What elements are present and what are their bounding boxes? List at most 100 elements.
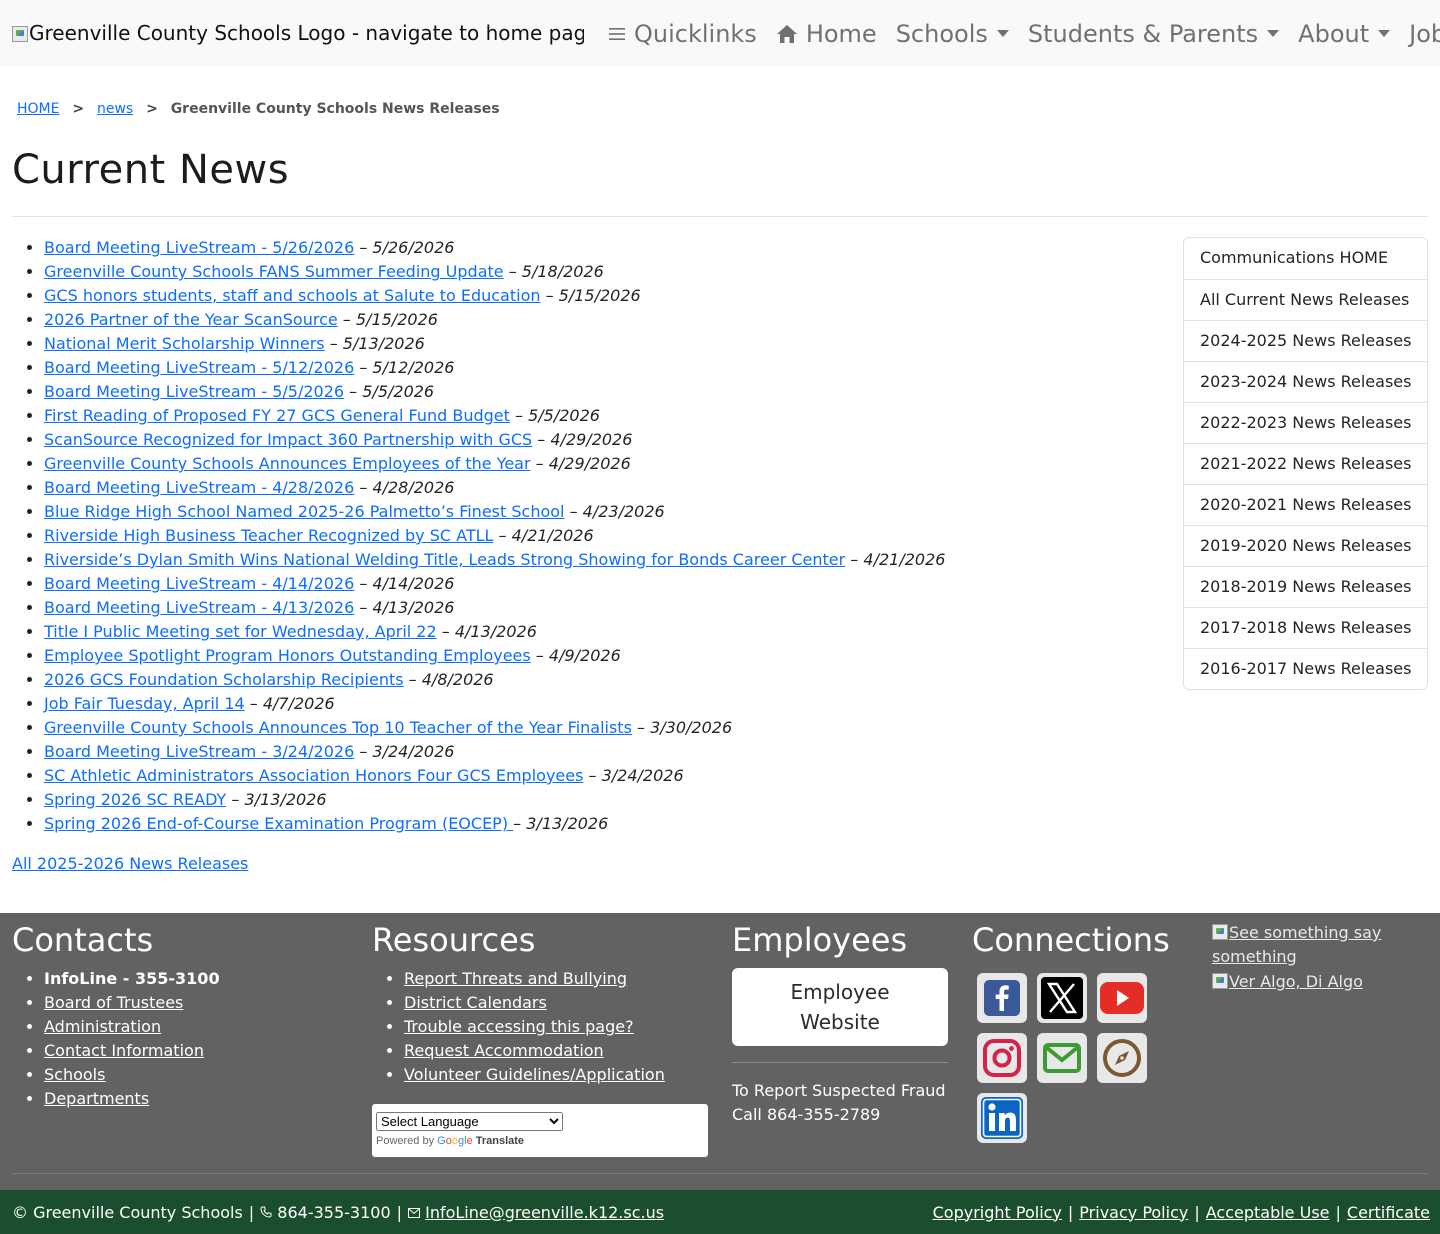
footer-connections: Connections: [972, 913, 1192, 1163]
language-select[interactable]: Select Language: [376, 1112, 563, 1131]
news-link[interactable]: Board Meeting LiveStream - 4/28/2026: [44, 478, 354, 497]
news-link[interactable]: Title I Public Meeting set for Wednesday…: [44, 622, 437, 641]
date-separator: –: [226, 790, 245, 809]
privacy-policy-link[interactable]: Privacy Policy: [1079, 1203, 1188, 1222]
nav-students-parents-label: Students & Parents: [1027, 19, 1259, 48]
see-something-image[interactable]: See something say something: [1212, 921, 1412, 969]
nav-about[interactable]: About: [1298, 20, 1391, 48]
divider: [12, 1173, 1428, 1174]
home-icon: [776, 24, 798, 44]
news-link[interactable]: Greenville County Schools Announces Empl…: [44, 454, 531, 473]
resources-link[interactable]: Request Accommodation: [404, 1041, 604, 1060]
nav-quicklinks[interactable]: Quicklinks: [608, 20, 757, 48]
facebook-icon[interactable]: [977, 973, 1027, 1023]
translate-link[interactable]: Translate: [476, 1135, 524, 1147]
sidebar-item[interactable]: 2016-2017 News Releases: [1184, 648, 1427, 689]
breadcrumb-separator: >: [146, 101, 158, 117]
news-link[interactable]: Board Meeting LiveStream - 4/13/2026: [44, 598, 354, 617]
news-link[interactable]: Board Meeting LiveStream - 3/24/2026: [44, 742, 354, 761]
contacts-link[interactable]: Contact Information: [44, 1041, 204, 1060]
news-link[interactable]: Employee Spotlight Program Honors Outsta…: [44, 646, 531, 665]
youtube-icon[interactable]: [1097, 973, 1147, 1023]
news-item: Riverside’s Dylan Smith Wins National We…: [44, 548, 945, 572]
news-link[interactable]: Riverside’s Dylan Smith Wins National We…: [44, 550, 845, 569]
copyright-policy-link[interactable]: Copyright Policy: [933, 1203, 1062, 1222]
main-menu: Quicklinks Home Schools Students & Paren…: [608, 20, 1440, 48]
site-logo[interactable]: Greenville County Schools Logo - navigat…: [12, 0, 584, 67]
contacts-link[interactable]: Administration: [44, 1017, 161, 1036]
news-link[interactable]: First Reading of Proposed FY 27 GCS Gene…: [44, 406, 510, 425]
pipe-separator: |: [1067, 1202, 1074, 1222]
nav-schools[interactable]: Schools: [896, 20, 1009, 48]
email-icon[interactable]: [1037, 1033, 1087, 1083]
news-sidebar: Communications HOME All Current News Rele…: [1183, 237, 1428, 690]
x-twitter-icon[interactable]: [1037, 973, 1087, 1023]
news-link[interactable]: Board Meeting LiveStream - 4/14/2026: [44, 574, 354, 593]
contacts-link[interactable]: Departments: [44, 1089, 149, 1108]
instagram-icon[interactable]: [977, 1033, 1027, 1083]
resources-link[interactable]: District Calendars: [404, 993, 547, 1012]
sidebar-item[interactable]: 2022-2023 News Releases: [1184, 402, 1427, 443]
resources-link[interactable]: Volunteer Guidelines/Application: [404, 1065, 665, 1084]
news-link[interactable]: 2026 GCS Foundation Scholarship Recipien…: [44, 670, 404, 689]
news-link[interactable]: Blue Ridge High School Named 2025-26 Pal…: [44, 502, 564, 521]
date-separator: –: [354, 574, 373, 593]
date-separator: –: [530, 646, 549, 665]
contacts-link[interactable]: Board of Trustees: [44, 993, 183, 1012]
sidebar-item[interactable]: 2020-2021 News Releases: [1184, 484, 1427, 525]
sidebar-item[interactable]: 2017-2018 News Releases: [1184, 607, 1427, 648]
news-link[interactable]: National Merit Scholarship Winners: [44, 334, 325, 353]
news-link[interactable]: Spring 2026 SC READY: [44, 790, 226, 809]
ver-algo-link[interactable]: Ver Algo, Di Algo: [1229, 972, 1363, 991]
resources-link[interactable]: Report Threats and Bullying: [404, 969, 627, 988]
news-link[interactable]: Greenville County Schools FANS Summer Fe…: [44, 262, 504, 281]
acceptable-use-link[interactable]: Acceptable Use: [1206, 1203, 1330, 1222]
sidebar-item[interactable]: Communications HOME: [1184, 238, 1427, 279]
news-link[interactable]: SC Athletic Administrators Association H…: [44, 766, 583, 785]
news-date: 5/15/2026: [558, 286, 641, 305]
phone-number: 864-355-3100: [277, 1202, 391, 1222]
fraud-line-1: To Report Suspected Fraud: [732, 1081, 946, 1100]
list-item: Request Accommodation: [404, 1039, 712, 1063]
news-item: 2026 Partner of the Year ScanSource – 5/…: [44, 308, 945, 332]
compass-icon[interactable]: [1097, 1033, 1147, 1083]
linkedin-icon[interactable]: [977, 1093, 1027, 1143]
news-link[interactable]: Spring 2026 End-of-Course Examination Pr…: [44, 814, 513, 833]
all-releases-link[interactable]: All 2025-2026 News Releases: [12, 852, 248, 876]
sidebar-item[interactable]: 2024-2025 News Releases: [1184, 320, 1427, 361]
news-link[interactable]: Job Fair Tuesday, April 14: [44, 694, 245, 713]
see-something-link[interactable]: See something say something: [1212, 923, 1381, 966]
sidebar-item[interactable]: All Current News Releases: [1184, 279, 1427, 320]
news-link[interactable]: ScanSource Recognized for Impact 360 Par…: [44, 430, 532, 449]
breadcrumb-home[interactable]: HOME: [17, 101, 59, 117]
news-link[interactable]: GCS honors students, staff and schools a…: [44, 286, 541, 305]
news-link[interactable]: Greenville County Schools Announces Top …: [44, 718, 632, 737]
sidebar-item[interactable]: 2023-2024 News Releases: [1184, 361, 1427, 402]
nav-home[interactable]: Home: [776, 20, 877, 48]
breadcrumb-news[interactable]: news: [97, 101, 133, 117]
date-separator: –: [354, 742, 373, 761]
pipe-separator: |: [1194, 1202, 1200, 1222]
nav-students-parents[interactable]: Students & Parents: [1027, 19, 1280, 48]
certificate-link[interactable]: Certificate: [1347, 1203, 1430, 1222]
news-link[interactable]: Board Meeting LiveStream - 5/26/2026: [44, 238, 354, 257]
nav-jobs[interactable]: Jobs: [1409, 20, 1440, 48]
sidebar-item[interactable]: 2018-2019 News Releases: [1184, 566, 1427, 607]
chevron-down-icon: [996, 30, 1009, 37]
email-link[interactable]: InfoLine@greenville.k12.sc.us: [425, 1203, 664, 1222]
employee-website-button[interactable]: Employee Website: [732, 968, 948, 1046]
date-separator: –: [564, 502, 583, 521]
ver-algo-image[interactable]: Ver Algo, Di Algo: [1212, 970, 1412, 994]
news-link[interactable]: Riverside High Business Teacher Recogniz…: [44, 526, 493, 545]
news-link[interactable]: Board Meeting LiveStream - 5/5/2026: [44, 382, 344, 401]
news-date: 4/9/2026: [548, 646, 621, 665]
sidebar-item[interactable]: 2021-2022 News Releases: [1184, 443, 1427, 484]
contacts-link[interactable]: Schools: [44, 1065, 105, 1084]
news-link[interactable]: Board Meeting LiveStream - 5/12/2026: [44, 358, 354, 377]
list-item: InfoLine - 355-3100: [44, 967, 352, 991]
broken-image-icon: [1212, 924, 1228, 940]
resources-link[interactable]: Trouble accessing this page?: [404, 1017, 634, 1036]
news-link[interactable]: 2026 Partner of the Year ScanSource: [44, 310, 338, 329]
sidebar-item[interactable]: 2019-2020 News Releases: [1184, 525, 1427, 566]
date-separator: –: [532, 430, 551, 449]
